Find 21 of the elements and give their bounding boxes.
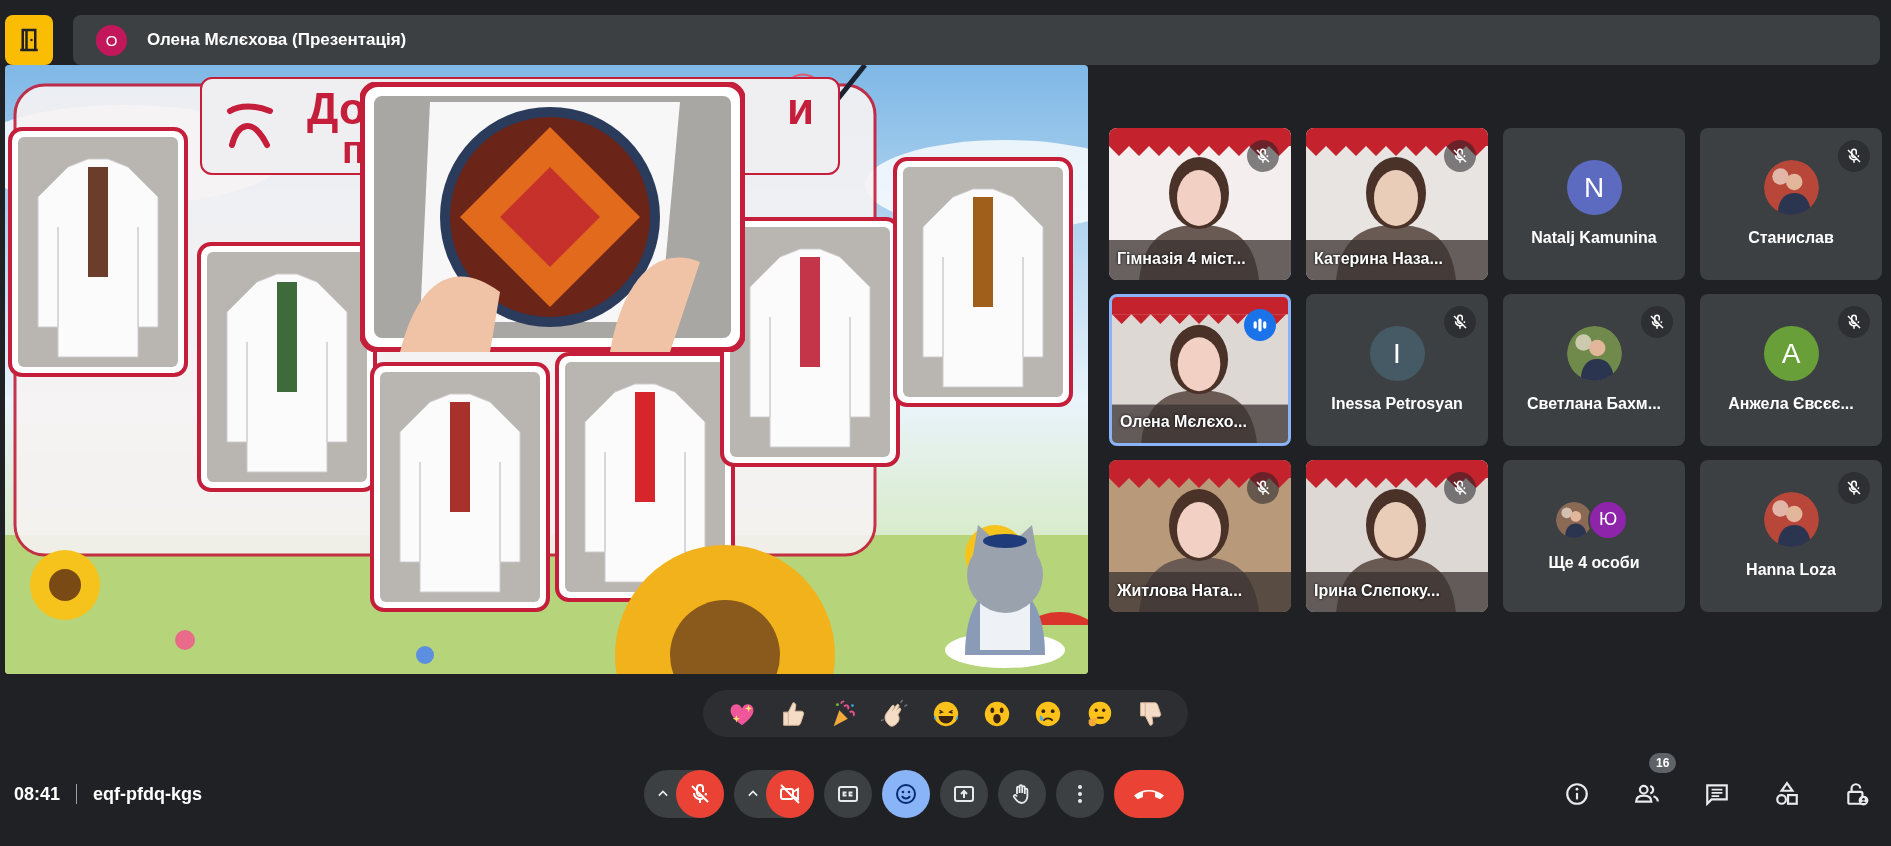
participant-name: Светлана Бахм... — [1527, 395, 1661, 413]
presentation-title: Олена Мєлєхова (Презентація) — [147, 30, 407, 50]
participant-name: Natalj Kamunina — [1531, 229, 1657, 247]
avatar-initial: A — [1763, 326, 1819, 381]
participant-name: Анжела Євсєє... — [1728, 395, 1854, 413]
avatar-initial: Ю — [1588, 499, 1628, 540]
avatar-initial: I — [1369, 326, 1425, 381]
avatar-initial: N — [1566, 160, 1622, 215]
participant-name: Катерина Наза... — [1314, 249, 1443, 268]
participant-name: Ще 4 особи — [1548, 553, 1640, 572]
meeting-code: eqf-pfdq-kgs — [93, 783, 203, 805]
participant-name: Inessa Petrosyan — [1331, 395, 1463, 413]
participant-name: Hanna Loza — [1746, 561, 1836, 579]
participant-name: Гімназія 4 міст... — [1117, 249, 1246, 268]
participant-count: 16 — [1649, 753, 1677, 773]
participant-name: Ірина Слєпоку... — [1314, 581, 1440, 600]
clock-time: 08:41 — [14, 783, 61, 805]
participant-name: Станислав — [1748, 229, 1834, 247]
presenter-avatar: О — [96, 24, 127, 56]
participant-name: Житлова Ната... — [1117, 581, 1243, 600]
participant-name: Олена Мєлєхо... — [1120, 412, 1247, 431]
